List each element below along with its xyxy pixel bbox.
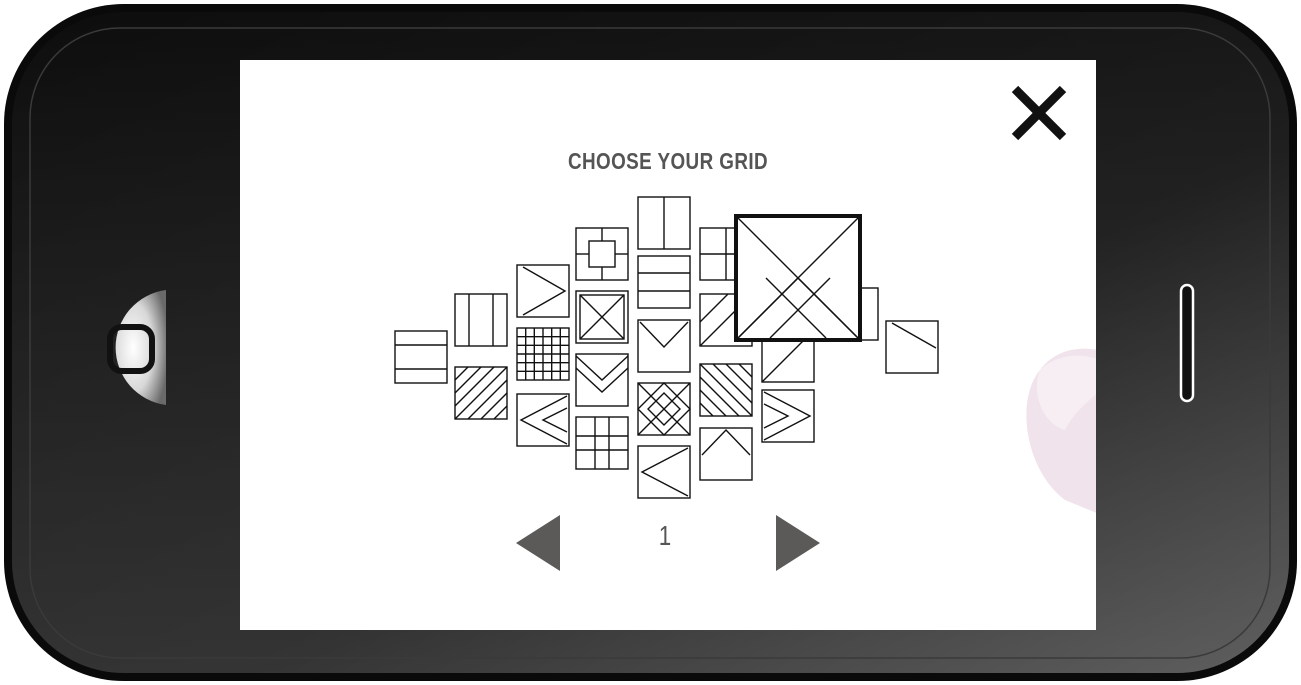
grid-option-arrow-right[interactable]	[516, 264, 570, 318]
grid-option-chevron-left-large[interactable]	[637, 445, 691, 499]
left-triangle-icon[interactable]	[516, 515, 562, 571]
grid-option-triangle-up[interactable]	[699, 427, 753, 481]
grid-option-horizontal-split[interactable]	[394, 330, 448, 384]
grid-option-horizontal-thirds[interactable]	[637, 255, 691, 309]
right-triangle-icon[interactable]	[776, 515, 822, 571]
grid-option-vertical-half[interactable]	[637, 196, 691, 250]
grid-option-chevrons-right[interactable]	[761, 389, 815, 443]
page-number: 1	[658, 520, 672, 551]
grid-option-chevron-left[interactable]	[516, 393, 570, 447]
grid-option-x-cross[interactable]	[575, 290, 629, 344]
grid-option-plus-grid[interactable]	[575, 416, 629, 470]
home-button[interactable]	[66, 290, 166, 405]
grid-option-triangle-down[interactable]	[637, 319, 691, 373]
grid-option-vertical-thirds[interactable]	[454, 293, 508, 347]
grid-option-diagonal-crosshatch-selected[interactable]	[734, 214, 862, 342]
grid-option-diagonal-lines[interactable]	[454, 366, 508, 420]
grid-option-fine-grid[interactable]	[516, 327, 570, 381]
grid-option-v-shape[interactable]	[575, 353, 629, 407]
grid-option-diagonal-lines-reverse[interactable]	[699, 363, 753, 417]
side-slot	[1179, 283, 1195, 403]
grid-option-hidden-right-2[interactable]	[885, 320, 939, 374]
grid-option-diamond-x[interactable]	[637, 382, 691, 436]
grid-option-nested-squares[interactable]	[575, 227, 629, 281]
app-screen: CHOOSE YOUR GRID 1	[240, 60, 1096, 630]
